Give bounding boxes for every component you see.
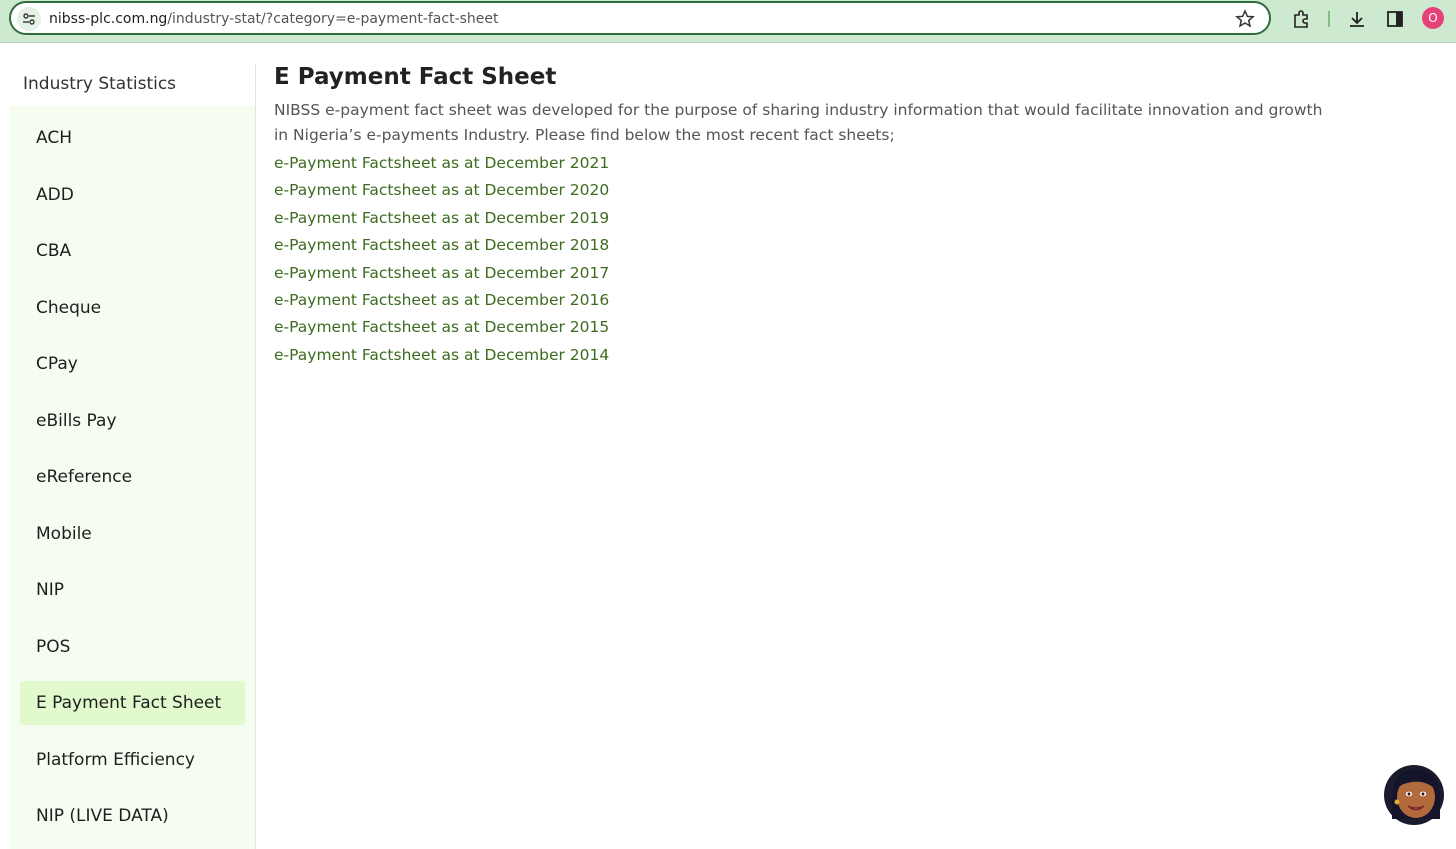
factsheet-link-2014[interactable]: e-Payment Factsheet as at December 2014	[274, 342, 1324, 369]
sidebar-item-cba[interactable]: CBA	[20, 229, 245, 273]
sidebar-item-e-payment-fact-sheet[interactable]: E Payment Fact Sheet	[20, 681, 245, 725]
factsheet-link-2018[interactable]: e-Payment Factsheet as at December 2018	[274, 232, 1324, 259]
factsheet-link-2016[interactable]: e-Payment Factsheet as at December 2016	[274, 287, 1324, 314]
profile-avatar[interactable]: O	[1422, 7, 1444, 29]
sidebar-item-ach[interactable]: ACH	[20, 116, 245, 160]
sidebar-title: Industry Statistics	[23, 74, 177, 94]
browser-toolbar: nibss-plc.com.ng/industry-stat/?category…	[0, 0, 1456, 43]
sidebar-item-platform-efficiency[interactable]: Platform Efficiency	[20, 738, 245, 782]
url-host: nibss-plc.com.ng	[49, 11, 168, 27]
factsheet-link-2015[interactable]: e-Payment Factsheet as at December 2015	[274, 314, 1324, 341]
sidebar-item-mobile[interactable]: Mobile	[20, 512, 245, 556]
chat-assistant-avatar[interactable]	[1382, 764, 1446, 826]
url-text[interactable]: nibss-plc.com.ng/industry-stat/?category…	[49, 11, 499, 27]
site-info-icon[interactable]	[17, 7, 41, 31]
side-panel-icon[interactable]	[1384, 8, 1406, 30]
sidebar-item-pos[interactable]: POS	[20, 625, 245, 669]
url-path: /industry-stat/?category=e-payment-fact-…	[167, 11, 499, 27]
factsheet-link-2017[interactable]: e-Payment Factsheet as at December 2017	[274, 260, 1324, 287]
extensions-icon[interactable]	[1290, 8, 1312, 30]
page-title: E Payment Fact Sheet	[274, 64, 557, 90]
factsheet-link-2019[interactable]: e-Payment Factsheet as at December 2019	[274, 205, 1324, 232]
sidebar-item-nip[interactable]: NIP	[20, 568, 245, 612]
content-divider	[255, 64, 256, 849]
factsheet-list: e-Payment Factsheet as at December 2021 …	[274, 150, 1324, 369]
main-content: E Payment Fact Sheet NIBSS e-payment fac…	[274, 62, 1324, 369]
sidebar-item-ereference[interactable]: eReference	[20, 455, 245, 499]
download-icon[interactable]	[1346, 8, 1368, 30]
sidebar-item-add[interactable]: ADD	[20, 173, 245, 217]
factsheet-link-2021[interactable]: e-Payment Factsheet as at December 2021	[274, 150, 1324, 177]
bookmark-star-icon[interactable]	[1235, 9, 1255, 29]
sidebar-item-cpay[interactable]: CPay	[20, 342, 245, 386]
sidebar-item-ebills-pay[interactable]: eBills Pay	[20, 399, 245, 443]
sidebar-item-nip-live-data[interactable]: NIP (LIVE DATA)	[20, 794, 245, 838]
sidebar-nav: ACH ADD CBA Cheque CPay eBills Pay eRefe…	[10, 106, 255, 849]
intro-paragraph: NIBSS e-payment fact sheet was developed…	[274, 101, 1323, 144]
sidebar-item-cheque[interactable]: Cheque	[20, 286, 245, 330]
factsheet-link-2020[interactable]: e-Payment Factsheet as at December 2020	[274, 177, 1324, 204]
toolbar-separator	[1328, 11, 1330, 27]
address-bar[interactable]: nibss-plc.com.ng/industry-stat/?category…	[9, 1, 1271, 35]
